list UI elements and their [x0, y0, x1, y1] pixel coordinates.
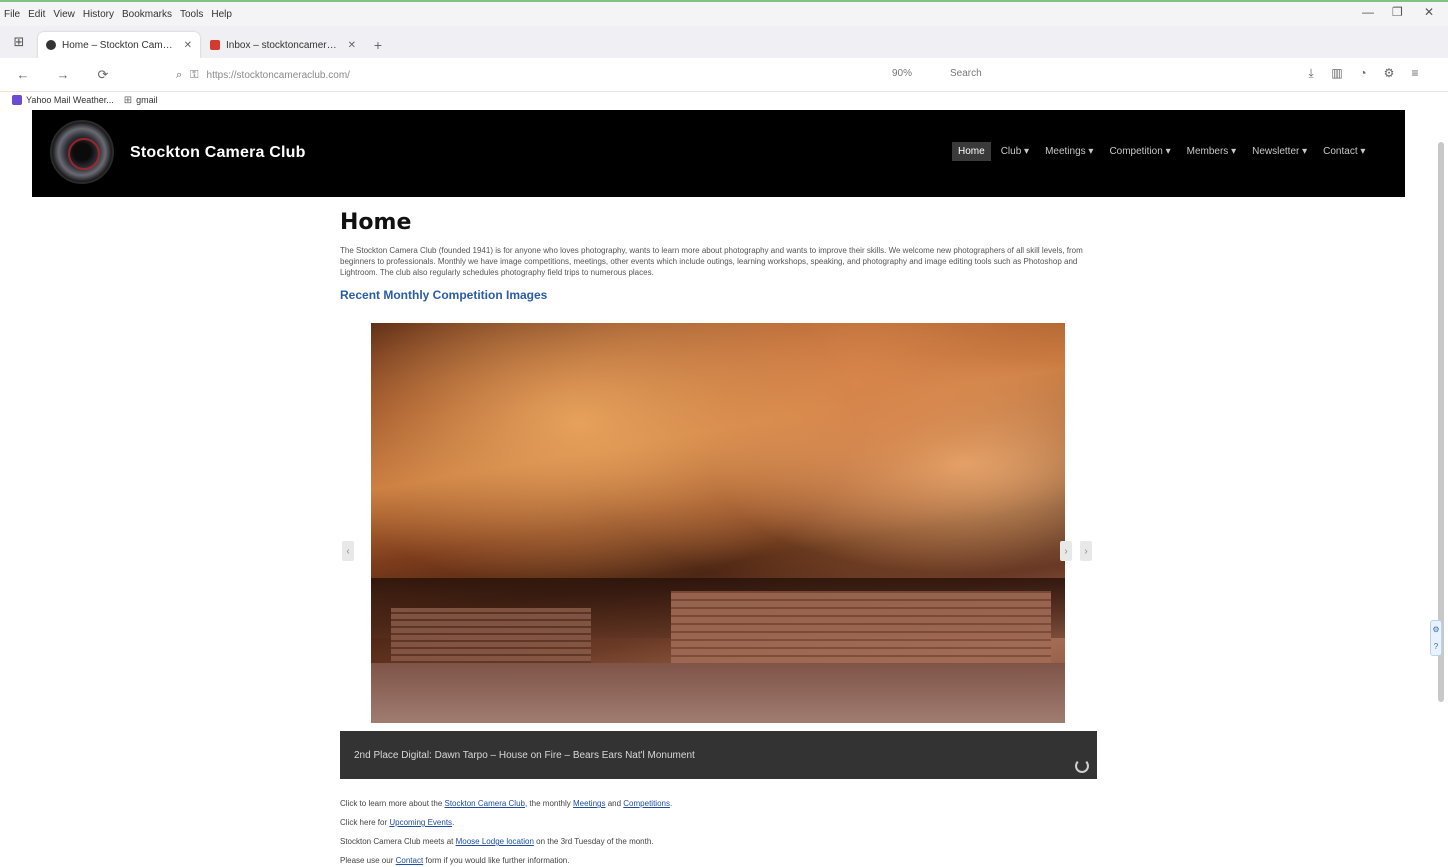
page-scrollbar[interactable] [1438, 112, 1444, 862]
location-link[interactable]: Moose Lodge location [456, 837, 534, 846]
menu-view[interactable]: View [53, 9, 75, 20]
competition-image-slider[interactable] [371, 323, 1065, 723]
help-icon[interactable]: ? [1434, 642, 1438, 651]
tab-home[interactable]: Home – Stockton Camera Club ✕ [38, 32, 200, 58]
reload-button[interactable]: ⟳ [90, 62, 116, 88]
caption-text: 2nd Place Digital: Dawn Tarpo – House on… [354, 749, 695, 761]
zoom-level[interactable]: 90% [892, 68, 912, 79]
tab-label: Inbox – stocktoncameraclub@... [226, 39, 342, 51]
site-favicon-icon [46, 40, 56, 50]
search-field[interactable]: Search [950, 68, 982, 79]
scrollbar-thumb[interactable] [1438, 142, 1444, 702]
tab-label: Home – Stockton Camera Club [62, 39, 178, 51]
forward-button[interactable]: → [50, 62, 76, 88]
info-text: on the 3rd Tuesday of the month. [533, 837, 654, 846]
bookmark-gmail[interactable]: ⊞ gmail [123, 95, 158, 106]
download-icon[interactable]: ⤓ [1298, 66, 1324, 81]
site-navigation: Home Club ▾ Meetings ▾ Competition ▾ Mem… [952, 142, 1375, 161]
tab-overview-icon[interactable]: ⊞ [8, 31, 30, 53]
intro-paragraph: The Stockton Camera Club (founded 1941) … [340, 246, 1083, 277]
page-title: Home [340, 210, 412, 235]
nav-competition[interactable]: Competition ▾ [1103, 142, 1176, 161]
club-logo[interactable] [50, 120, 114, 184]
page-info-icon[interactable]: ⚿ [190, 69, 198, 82]
info-text: . [669, 799, 673, 808]
folder-icon: ⊞ [123, 95, 133, 106]
navigation-bar: ← → ⟳ ⌕ ⚿ https://stocktoncameraclub.com… [0, 58, 1448, 92]
nav-club[interactable]: Club ▾ [995, 142, 1035, 161]
info-text: . [452, 818, 455, 827]
new-tab-button[interactable]: + [366, 32, 390, 58]
info-text: , the monthly [524, 799, 574, 808]
nav-contact[interactable]: Contact ▾ [1317, 142, 1371, 161]
tab-inbox[interactable]: Inbox – stocktoncameraclub@... ✕ [202, 32, 364, 58]
nav-members[interactable]: Members ▾ [1181, 142, 1242, 161]
side-widget[interactable]: ⚙ ? [1430, 620, 1442, 656]
info-line-contact: Please use our Contact form if you would… [340, 851, 1100, 867]
menu-edit[interactable]: Edit [28, 9, 45, 20]
nav-newsletter[interactable]: Newsletter ▾ [1246, 142, 1313, 161]
loading-icon [1075, 759, 1089, 773]
info-text: form if you would like further informati… [423, 856, 570, 865]
nav-home[interactable]: Home [952, 142, 991, 161]
extensions-icon[interactable]: ⚙ [1376, 66, 1402, 81]
site-title[interactable]: Stockton Camera Club [130, 144, 306, 162]
toolbar-icons: ⤓ ▥ ◔ ⚙ ≡ [1298, 66, 1428, 81]
tab-close-icon[interactable]: ✕ [348, 40, 356, 51]
search-icon: ⌕ [176, 68, 183, 81]
slider-image-ruins [671, 591, 1051, 671]
info-text: Click to learn more about the [340, 799, 445, 808]
tab-close-icon[interactable]: ✕ [184, 40, 192, 51]
info-line-learn: Click to learn more about the Stockton C… [340, 794, 1100, 813]
info-line-events: Click here for Upcoming Events. [340, 813, 1100, 832]
bookmarks-bar: Yahoo Mail Weather... ⊞ gmail [0, 92, 1448, 108]
info-text: Please use our [340, 856, 396, 865]
minimize-icon[interactable]: — [1362, 5, 1374, 19]
info-text: and [605, 799, 624, 808]
competitions-link[interactable]: Competitions [623, 799, 670, 808]
info-line-meets: Stockton Camera Club meets at Moose Lodg… [340, 832, 1100, 851]
slider-next-button[interactable]: › [1060, 541, 1072, 561]
info-lines: Click to learn more about the Stockton C… [340, 794, 1100, 867]
menu-history[interactable]: History [83, 9, 114, 20]
yahoo-icon [12, 95, 22, 105]
info-text: Click here for [340, 818, 390, 827]
slider-prev-button[interactable]: ‹ [342, 541, 354, 561]
slider-image-floor [371, 663, 1065, 723]
mail-favicon-icon [210, 40, 220, 50]
nav-meetings[interactable]: Meetings ▾ [1039, 142, 1099, 161]
menu-bookmarks[interactable]: Bookmarks [122, 9, 172, 20]
account-icon[interactable]: ◔ [1350, 66, 1376, 81]
bookmark-label: Yahoo Mail Weather... [26, 95, 114, 105]
settings-icon[interactable]: ⚙ [1432, 625, 1439, 634]
close-window-icon[interactable]: ✕ [1424, 5, 1434, 19]
club-link[interactable]: Stockton Camera Club [445, 799, 525, 808]
main-content: Home The Stockton Camera Club (founded 1… [340, 210, 1100, 302]
tab-bar: ⊞ Home – Stockton Camera Club ✕ Inbox – … [0, 26, 1448, 58]
menu-tools[interactable]: Tools [180, 9, 203, 20]
menu-file[interactable]: File [4, 9, 20, 20]
url-text: https://stocktoncameraclub.com/ [206, 69, 350, 81]
library-icon[interactable]: ▥ [1324, 66, 1350, 81]
contact-link[interactable]: Contact [396, 856, 424, 865]
back-button[interactable]: ← [10, 62, 36, 88]
events-link[interactable]: Upcoming Events [389, 818, 452, 827]
menu-icon[interactable]: ≡ [1402, 66, 1428, 81]
slider-next-outer-button[interactable]: › [1080, 541, 1092, 561]
slider-caption: 2nd Place Digital: Dawn Tarpo – House on… [340, 731, 1097, 779]
recent-competition-link[interactable]: Recent Monthly Competition Images [340, 288, 1100, 302]
bookmark-label: gmail [136, 95, 158, 105]
restore-icon[interactable]: ❐ [1392, 5, 1403, 19]
menu-help[interactable]: Help [211, 9, 232, 20]
site-header: Stockton Camera Club Home Club ▾ Meeting… [32, 110, 1405, 197]
menu-bar: File Edit View History Bookmarks Tools H… [0, 2, 1448, 26]
meetings-link[interactable]: Meetings [573, 799, 605, 808]
info-text: Stockton Camera Club meets at [340, 837, 456, 846]
bookmark-yahoo[interactable]: Yahoo Mail Weather... [12, 95, 114, 105]
slider-image-ruins-left [391, 608, 591, 668]
